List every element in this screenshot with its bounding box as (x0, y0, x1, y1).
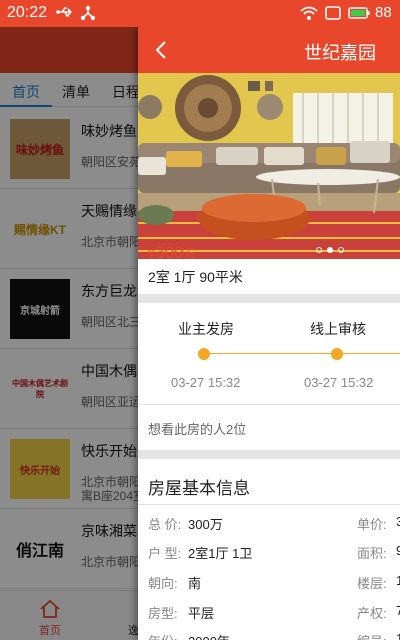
share-icon (80, 5, 96, 21)
info-row: 房型: 平层 产权: 7 (138, 603, 400, 633)
info-label: 单价: (357, 517, 387, 532)
house-photo-carousel[interactable] (138, 73, 400, 259)
carousel-indicator (316, 247, 344, 253)
info-value: 1 (396, 631, 400, 640)
timeline-line (204, 353, 400, 354)
status-bar: 20:22 88 (0, 0, 400, 27)
info-value: 2室1厅 1卫 (188, 546, 253, 561)
house-detail-drawer: 世纪嘉园 ¥300万 2室 1厅 90平米 业主发房 线上审核 03-27 15… (138, 27, 400, 640)
info-value: 2000年 (188, 631, 230, 640)
chevron-left-icon[interactable] (152, 39, 172, 61)
price: ¥300万 (148, 243, 196, 263)
layout-summary: 2室 1厅 90平米 (148, 269, 243, 285)
price-unit: 万 (183, 247, 196, 261)
timeline-step-time: 03-27 15:32 (304, 375, 374, 390)
info-label: 房型: (148, 606, 178, 621)
drawer-header: 世纪嘉园 (138, 27, 400, 73)
info-row: 年份: 2000年 编号: 1 (138, 631, 400, 640)
info-label: 朝向: (148, 576, 178, 591)
info-value: 1 (396, 573, 400, 588)
timeline-step-time: 03-27 15:32 (171, 375, 241, 390)
info-value: 300万 (188, 517, 223, 532)
info-label: 总 价: (148, 517, 182, 532)
info-label: 编号: (357, 631, 387, 640)
battery-icon (348, 7, 370, 19)
drawer-title: 世纪嘉园 (304, 43, 376, 63)
living-room-photo (138, 73, 400, 259)
info-value: 3 (396, 514, 400, 529)
info-label: 产权: (357, 606, 387, 621)
info-value: 7 (396, 603, 400, 618)
info-label: 面积: (357, 546, 387, 561)
timeline-dot (198, 348, 210, 360)
info-label: 户 型: (148, 546, 182, 561)
timeline-step-label: 业主发房 (178, 321, 234, 337)
info-row: 总 价: 300万 单价: 3 (138, 514, 400, 544)
carousel-dot[interactable] (316, 247, 322, 253)
info-row: 户 型: 2室1厅 1卫 面积: 9 (138, 543, 400, 573)
viewers-count: 想看此房的人2位 (148, 422, 247, 437)
info-value: 9 (396, 543, 400, 558)
battery-level: 88 (375, 4, 392, 21)
divider-line (138, 404, 400, 405)
info-label: 楼层: (357, 576, 387, 591)
basic-info-title: 房屋基本信息 (148, 479, 250, 498)
info-value: 南 (188, 576, 202, 591)
timeline-dot (331, 348, 343, 360)
timeline-step-label: 线上审核 (310, 321, 366, 337)
usb-icon (56, 7, 72, 17)
carousel-dot[interactable] (338, 247, 344, 253)
carousel-dot-active[interactable] (327, 247, 333, 253)
price-value: 300 (155, 243, 184, 262)
section-divider (138, 450, 400, 459)
info-value: 平层 (188, 606, 215, 621)
wifi-icon (300, 6, 318, 20)
divider-line (138, 504, 400, 505)
info-row: 朝向: 南 楼层: 1 (138, 573, 400, 603)
info-label: 年份: (148, 631, 178, 640)
status-time: 20:22 (7, 4, 48, 21)
sim-icon (325, 6, 341, 20)
section-divider (138, 294, 400, 303)
